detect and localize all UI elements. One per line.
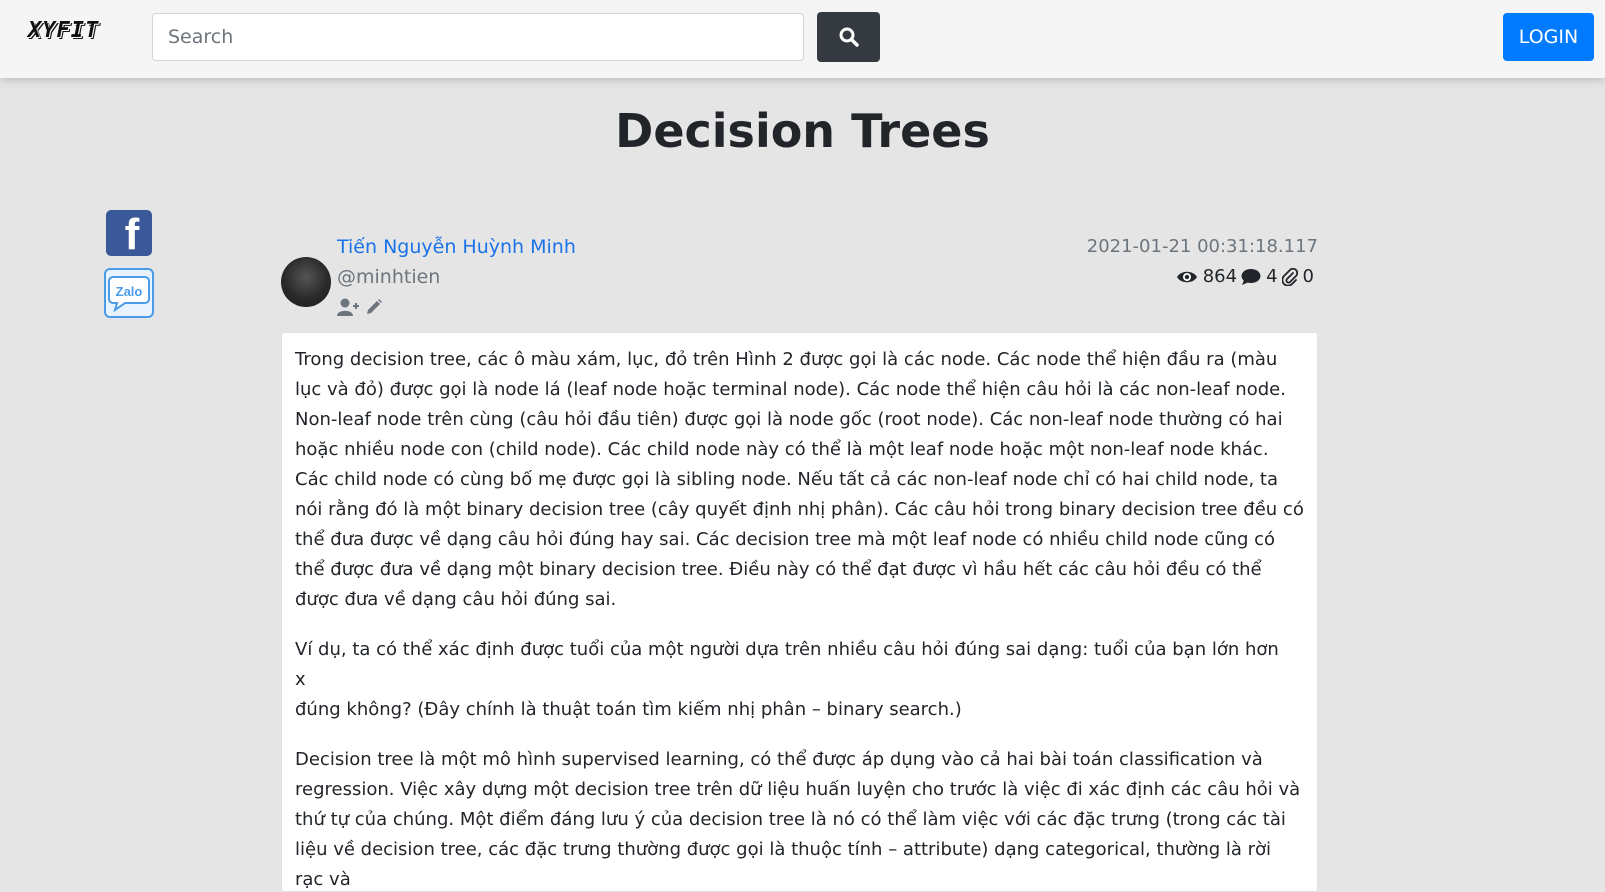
facebook-share-button[interactable]: f (106, 210, 152, 256)
user-plus-icon[interactable] (337, 298, 359, 316)
zalo-share-button[interactable]: Zalo (104, 268, 154, 318)
site-logo[interactable]: XYFIT (28, 18, 99, 43)
attachments-count: 0 (1302, 266, 1314, 287)
pencil-icon[interactable] (365, 298, 383, 316)
page-title: Decision Trees (615, 104, 990, 158)
zalo-label: Zalo (115, 284, 143, 299)
paragraph-3: Decision tree là một mô hình supervised … (295, 749, 1301, 890)
post-date: 2021-01-21 00:31:18.117 (1086, 236, 1318, 257)
eye-icon (1176, 269, 1198, 285)
search-input[interactable] (152, 13, 804, 61)
avatar[interactable] (281, 257, 331, 307)
paragraph-2-line-3: đúng không? (Đây chính là thuật toán tìm… (295, 699, 962, 720)
author-actions (337, 298, 383, 316)
search-button[interactable] (817, 12, 880, 62)
attachments-stat: 0 (1281, 266, 1314, 287)
search-icon (839, 27, 859, 47)
paragraph-2: Ví dụ, ta có thể xác định được tuổi của … (295, 635, 1304, 725)
author-name-link[interactable]: Tiến Nguyễn Huỳnh Minh (337, 236, 576, 258)
author-handle: @minhtien (337, 266, 441, 288)
post-stats: 864 4 0 (1176, 266, 1314, 287)
facebook-icon: f (124, 210, 140, 257)
comments-count: 4 (1266, 266, 1278, 287)
comment-icon (1241, 268, 1261, 286)
post-content: Trong decision tree, các ô màu xám, lục,… (281, 332, 1318, 892)
navbar: XYFIT LOGIN (0, 0, 1605, 78)
paperclip-icon (1281, 267, 1298, 286)
paragraph-1: Trong decision tree, các ô màu xám, lục,… (295, 349, 1304, 610)
paragraph-2-line-1: Ví dụ, ta có thể xác định được tuổi của … (295, 639, 1279, 660)
views-count: 864 (1202, 266, 1238, 287)
comments-stat: 4 (1241, 266, 1278, 287)
login-button[interactable]: LOGIN (1503, 13, 1594, 61)
math-variable-x: x (295, 669, 306, 690)
views-stat: 864 (1176, 266, 1237, 287)
